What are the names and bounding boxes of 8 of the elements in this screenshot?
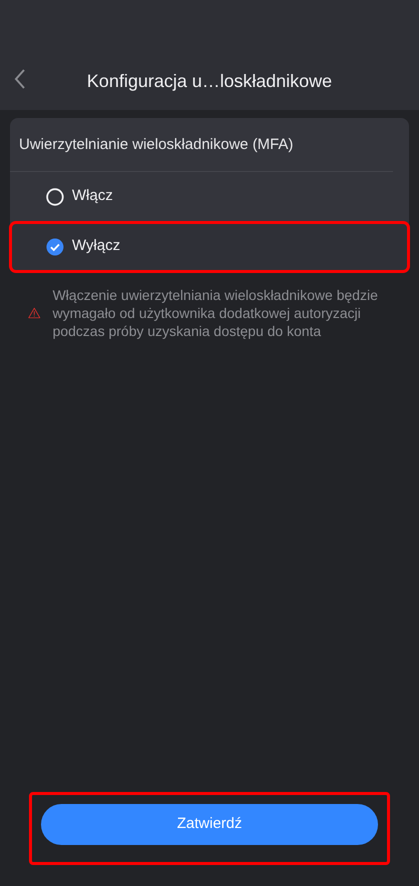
radio-checked-icon bbox=[46, 238, 64, 256]
page-title: Konfiguracja u…loskładnikowe bbox=[86, 71, 332, 94]
radio-option[interactable]: Wyłącz bbox=[10, 222, 409, 272]
warning-text: Włączenie uwierzytelniania wieloskładnikowe będzie wymagało od użytkownika dodatkowej autoryzacji podczas próby uzyskania dostępu do konta bbox=[52, 286, 379, 340]
back-button[interactable] bbox=[14, 67, 26, 91]
radio-option[interactable]: Włącz bbox=[10, 172, 409, 222]
radio-unchecked-icon bbox=[46, 188, 64, 206]
section-title: Uwierzytelnianie wieloskładnikowe (MFA) bbox=[10, 118, 393, 172]
